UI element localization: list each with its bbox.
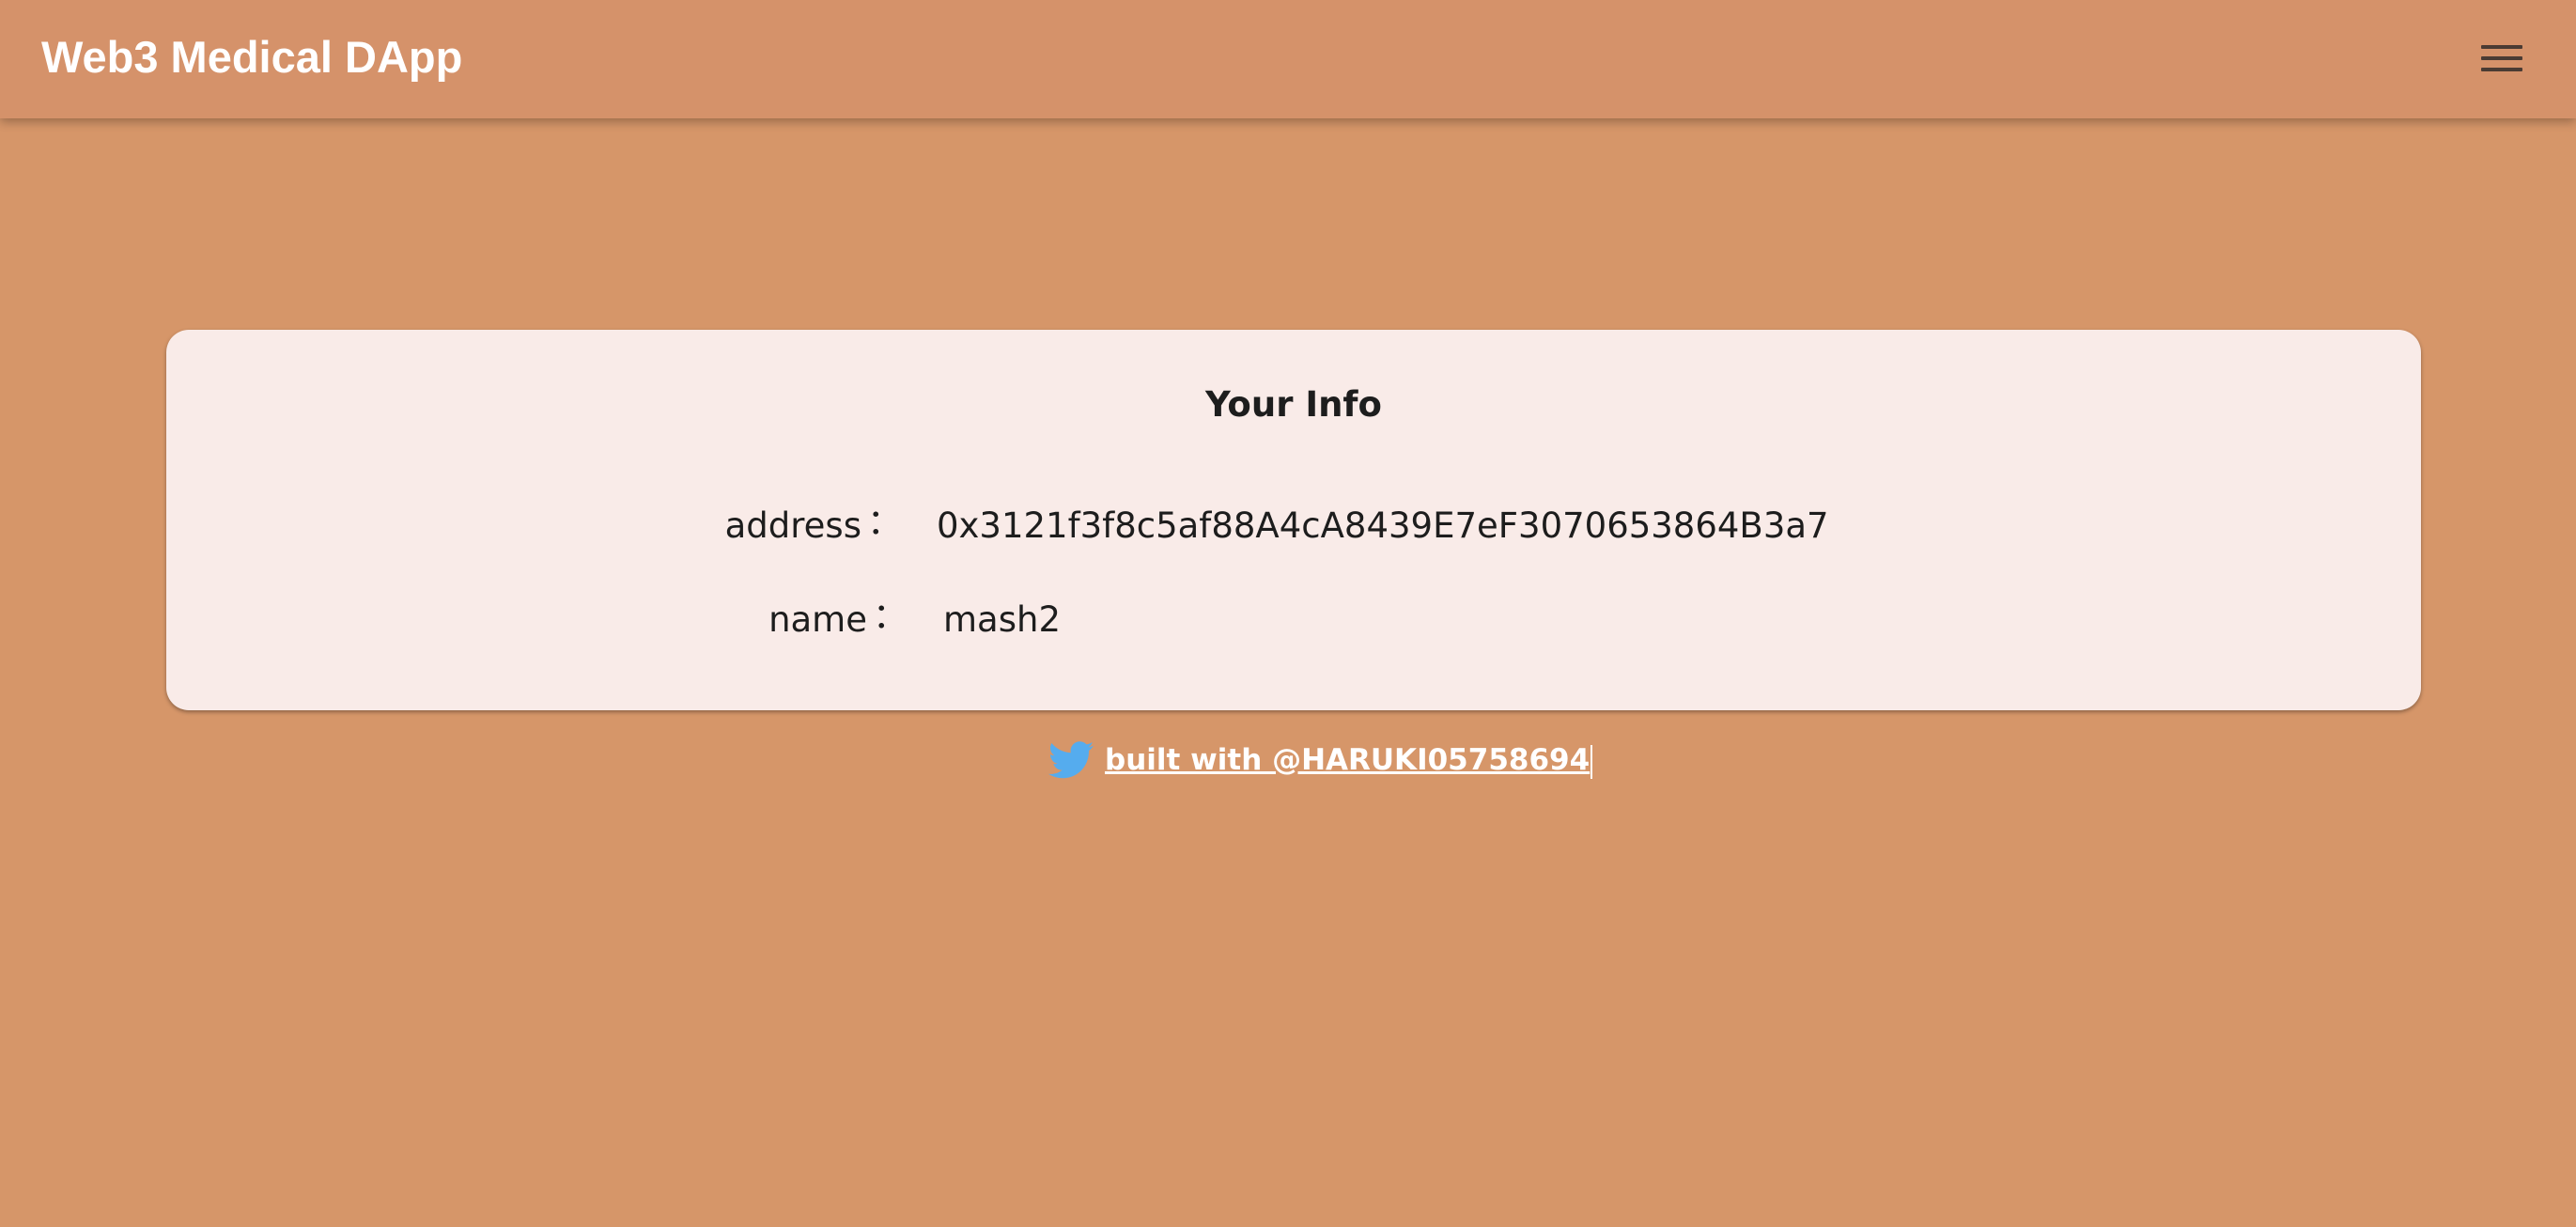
twitter-icon: [1048, 741, 1094, 779]
address-separator: ：: [867, 502, 902, 542]
name-label: name: [768, 599, 867, 640]
address-value: 0x3121f3f8c5af88A4cA8439E7eF3070653864B3…: [937, 505, 1829, 546]
info-card: Your Info address ： 0x3121f3f8c5af88A4cA…: [166, 330, 2421, 710]
menu-icon-bar-top: [2481, 45, 2522, 49]
card-title: Your Info: [1205, 384, 1382, 425]
twitter-link[interactable]: built with @HARUKI05758694: [1105, 737, 1593, 784]
menu-icon[interactable]: [2469, 36, 2535, 83]
twitter-link-text: built with @HARUKI05758694: [1105, 743, 1591, 777]
app-title: Web3 Medical DApp: [41, 32, 463, 82]
name-value: mash2: [943, 599, 1061, 640]
menu-icon-bar-bottom: [2481, 68, 2522, 71]
text-cursor: [1591, 744, 1593, 779]
address-label: address: [724, 505, 861, 546]
app-bar: Web3 Medical DApp: [0, 0, 2576, 118]
menu-icon-bar-middle: [2481, 56, 2522, 60]
name-separator: ：: [873, 596, 908, 636]
